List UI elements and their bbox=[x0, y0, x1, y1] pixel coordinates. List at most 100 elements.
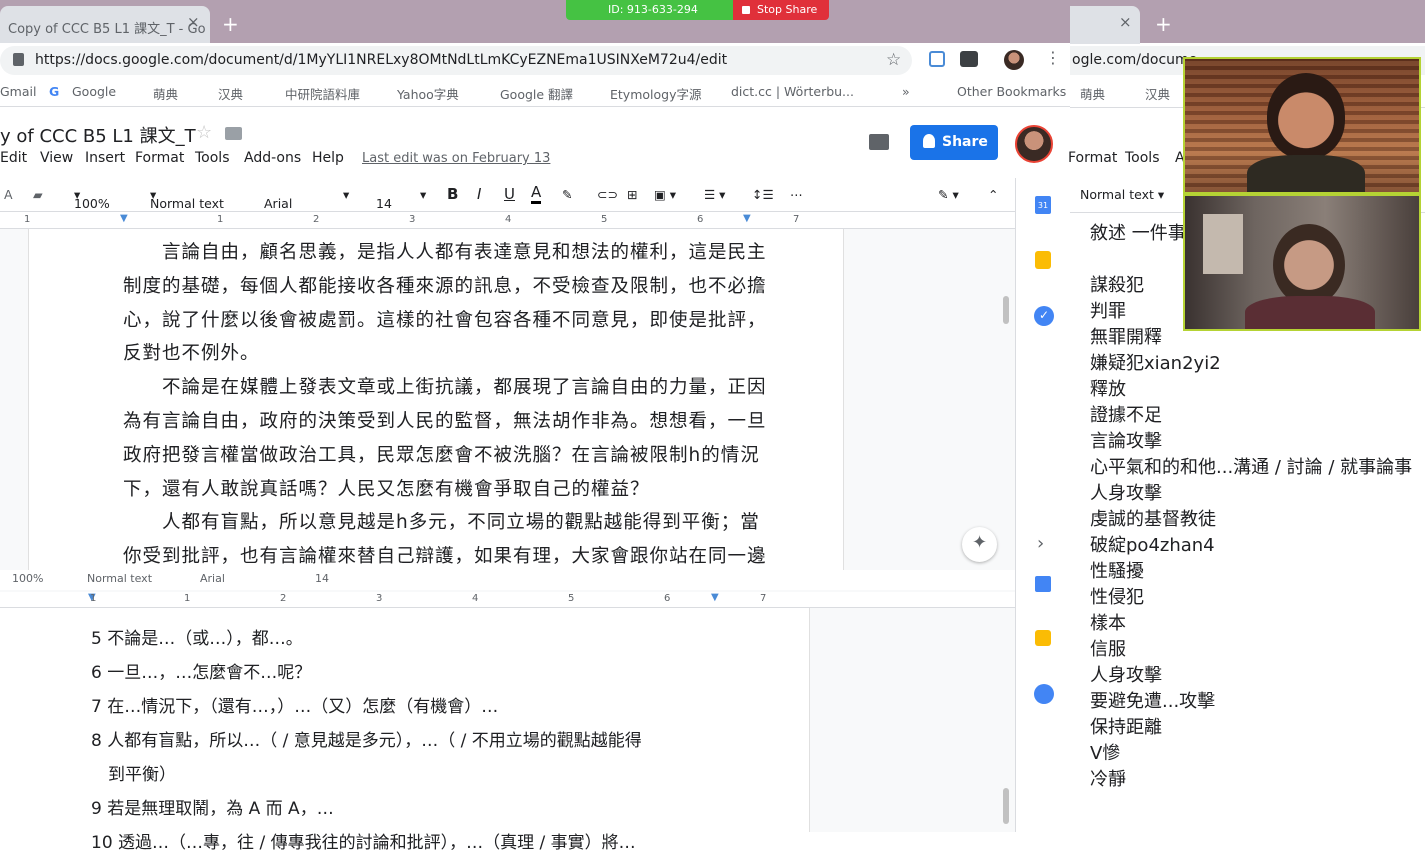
zoom-select[interactable]: 100% ▾ bbox=[74, 187, 110, 211]
extension-icon[interactable] bbox=[929, 51, 945, 67]
bookmark-item[interactable]: Yahoo字典 bbox=[397, 84, 459, 103]
paragraph-line: 制度的基礎，每個人都能接收各種來源的訊息，不受檢查及限制，也不必擔 bbox=[123, 275, 767, 297]
extension-icon-2[interactable] bbox=[960, 51, 978, 67]
vocab-item: 嫌疑犯xian2yi2 bbox=[1090, 353, 1221, 374]
menu-help[interactable]: Help bbox=[312, 150, 344, 166]
video-tile-teacher[interactable] bbox=[1183, 57, 1421, 194]
vocab-item: 破綻po4zhan4 bbox=[1090, 535, 1215, 556]
vocab-item: V慘 bbox=[1090, 743, 1121, 764]
menu-view[interactable]: View bbox=[40, 150, 73, 166]
paint-format-icon[interactable]: ▰ bbox=[33, 187, 43, 202]
right-tab-close-icon[interactable]: × bbox=[1119, 13, 1132, 31]
last-edit-link[interactable]: Last edit was on February 13 bbox=[362, 151, 550, 166]
collapse-icon[interactable]: ⌃ bbox=[988, 187, 998, 202]
font-dropdown-icon[interactable]: ▾ bbox=[343, 187, 349, 202]
vocab-item: 信服 bbox=[1090, 639, 1126, 660]
add-comment-icon[interactable]: ⊞ bbox=[627, 187, 637, 202]
menu-insert[interactable]: Insert bbox=[85, 150, 125, 166]
video-tile-student[interactable] bbox=[1183, 194, 1421, 331]
paragraph-line: 言論自由，顧名思義，是指人人都有表達意見和想法的權利，這是民主 bbox=[123, 242, 767, 263]
menu-addons[interactable]: Add-ons bbox=[244, 150, 301, 166]
background-object bbox=[1203, 214, 1243, 274]
line-spacing-icon[interactable]: ↕☰ bbox=[752, 187, 774, 202]
google-icon: G bbox=[49, 84, 60, 99]
paragraph-line: 為有言論自由，政府的決策受到人民的監督，無法胡作非為。想想看，一旦 bbox=[123, 410, 767, 432]
browser-tab[interactable]: Copy of CCC B5 L1 課文_T - Go bbox=[0, 6, 210, 44]
bookmark-item[interactable]: Gmail bbox=[0, 84, 36, 99]
folder-icon[interactable] bbox=[225, 127, 242, 140]
document-body[interactable]: 言論自由，顧名思義，是指人人都有表達意見和想法的權利，這是民主 制度的基礎，每個… bbox=[123, 236, 767, 574]
vocab-item: 性騷擾 bbox=[1090, 561, 1144, 582]
participant-face bbox=[1273, 224, 1345, 306]
editing-mode-icon[interactable]: ✎ ▾ bbox=[938, 187, 959, 202]
zoom-meeting-id: ID: 913-633-294 bbox=[566, 0, 733, 20]
comment-icon[interactable] bbox=[869, 134, 889, 150]
vocab-item: 樣本 bbox=[1090, 613, 1126, 634]
more-options-icon[interactable]: ⋯ bbox=[790, 187, 803, 202]
style-select[interactable]: Normal text ▾ bbox=[150, 187, 224, 211]
side-panel: 31 ✓ › bbox=[1015, 178, 1070, 572]
vocab-item: 人身攻擊 bbox=[1090, 483, 1162, 504]
underline-button[interactable]: U bbox=[504, 185, 515, 203]
profile-avatar[interactable] bbox=[1004, 50, 1024, 70]
list-line: 5 不論是…（或…），都…。 bbox=[91, 629, 303, 649]
right-indent-marker[interactable]: ▼ bbox=[743, 213, 751, 224]
paragraph-line: 你受到批評，也有言論權來替自己辯護，如果有理，大家會跟你站在同一邊 bbox=[123, 546, 767, 568]
bookmark-item[interactable]: 萌典 bbox=[153, 84, 178, 103]
right-style-select[interactable]: Normal text ▾ bbox=[1080, 187, 1164, 202]
list-line: 8 人都有盲點，所以…（ / 意見越是多元），…（ / 不用立場的觀點越能得 bbox=[91, 731, 642, 751]
bookmark-item[interactable]: dict.cc | Wörterbu... bbox=[731, 84, 854, 99]
bold-button[interactable]: B bbox=[447, 185, 458, 203]
star-icon[interactable]: ☆ bbox=[196, 122, 212, 143]
size-dropdown-icon[interactable]: ▾ bbox=[420, 187, 426, 202]
vocab-item: 保持距離 bbox=[1090, 717, 1162, 738]
bookmarks-overflow[interactable]: » bbox=[902, 84, 910, 99]
bookmark-item[interactable]: Google bbox=[72, 84, 116, 99]
explore-icon[interactable]: ✦ bbox=[962, 527, 997, 562]
indent-marker[interactable]: ▼ bbox=[120, 213, 128, 224]
menu-edit[interactable]: Edit bbox=[0, 150, 27, 166]
vocab-item: 虔誠的基督教徒 bbox=[1090, 509, 1216, 530]
bookmark-item[interactable]: Etymology字源 bbox=[610, 84, 701, 103]
background-ruler: ▼ 1 1 2 3 4 5 6 ▼ 7 bbox=[0, 592, 1015, 608]
bookmark-item[interactable]: 中研院語料庫 bbox=[285, 84, 360, 103]
bookmark-item[interactable]: Google 翻譯 bbox=[500, 84, 573, 103]
browser-menu-icon[interactable]: ⋮ bbox=[1045, 48, 1061, 67]
right-bookmark[interactable]: 汉典 bbox=[1145, 84, 1170, 103]
calendar-icon bbox=[1035, 576, 1051, 592]
right-bookmark[interactable]: 萌典 bbox=[1080, 84, 1105, 103]
vocab-item: 心平氣和的和他...溝通 / 討論 / 就事論事 bbox=[1090, 457, 1413, 478]
expand-panel-icon[interactable]: › bbox=[1037, 533, 1044, 554]
bookmark-folder[interactable]: Other Bookmarks bbox=[957, 84, 1066, 99]
menu-tools[interactable]: Tools bbox=[195, 150, 230, 166]
text-color-button[interactable]: A bbox=[531, 183, 542, 204]
keep-icon[interactable] bbox=[1035, 251, 1051, 269]
zoom-share-bar: ID: 913-633-294 Stop Share bbox=[566, 0, 829, 20]
calendar-icon[interactable]: 31 bbox=[1035, 196, 1051, 214]
menu-format[interactable]: Format bbox=[135, 150, 184, 166]
format-toolbar: A ▰ 100% ▾ Normal text ▾ Arial ▾ 14 ▾ B … bbox=[0, 178, 1015, 212]
document-title[interactable]: y of CCC B5 L1 課文_T bbox=[0, 122, 196, 148]
keep-icon bbox=[1035, 630, 1051, 646]
italic-button[interactable]: I bbox=[477, 185, 481, 203]
paragraph-line: 心，說了什麼以後會被處罰。這樣的社會包容各種不同意見，即使是批評， bbox=[123, 309, 767, 331]
align-icon[interactable]: ☰ ▾ bbox=[704, 187, 725, 202]
spellcheck-icon[interactable]: A bbox=[4, 187, 13, 202]
vocab-item: 性侵犯 bbox=[1090, 587, 1144, 608]
user-avatar[interactable] bbox=[1015, 125, 1053, 163]
link-icon[interactable]: ⊂⊃ bbox=[597, 187, 618, 202]
insert-image-icon[interactable]: ▣ ▾ bbox=[654, 187, 676, 202]
list-line: 9 若是無理取鬧，為 A 而 A，… bbox=[91, 799, 334, 819]
tab-close-icon[interactable]: × bbox=[187, 13, 200, 31]
scrollbar-thumb[interactable] bbox=[1003, 296, 1009, 324]
right-new-tab-icon[interactable]: + bbox=[1155, 12, 1172, 36]
bookmark-star-icon[interactable]: ☆ bbox=[886, 50, 901, 70]
highlight-icon[interactable]: ✎ bbox=[562, 187, 572, 202]
tasks-icon bbox=[1034, 684, 1054, 704]
bookmark-item[interactable]: 汉典 bbox=[218, 84, 243, 103]
tasks-icon[interactable]: ✓ bbox=[1034, 306, 1054, 326]
right-menu-format[interactable]: Format bbox=[1068, 150, 1117, 166]
right-menu-tools[interactable]: Tools bbox=[1125, 150, 1160, 166]
new-tab-icon[interactable]: + bbox=[222, 12, 239, 36]
lock-icon bbox=[13, 53, 24, 66]
